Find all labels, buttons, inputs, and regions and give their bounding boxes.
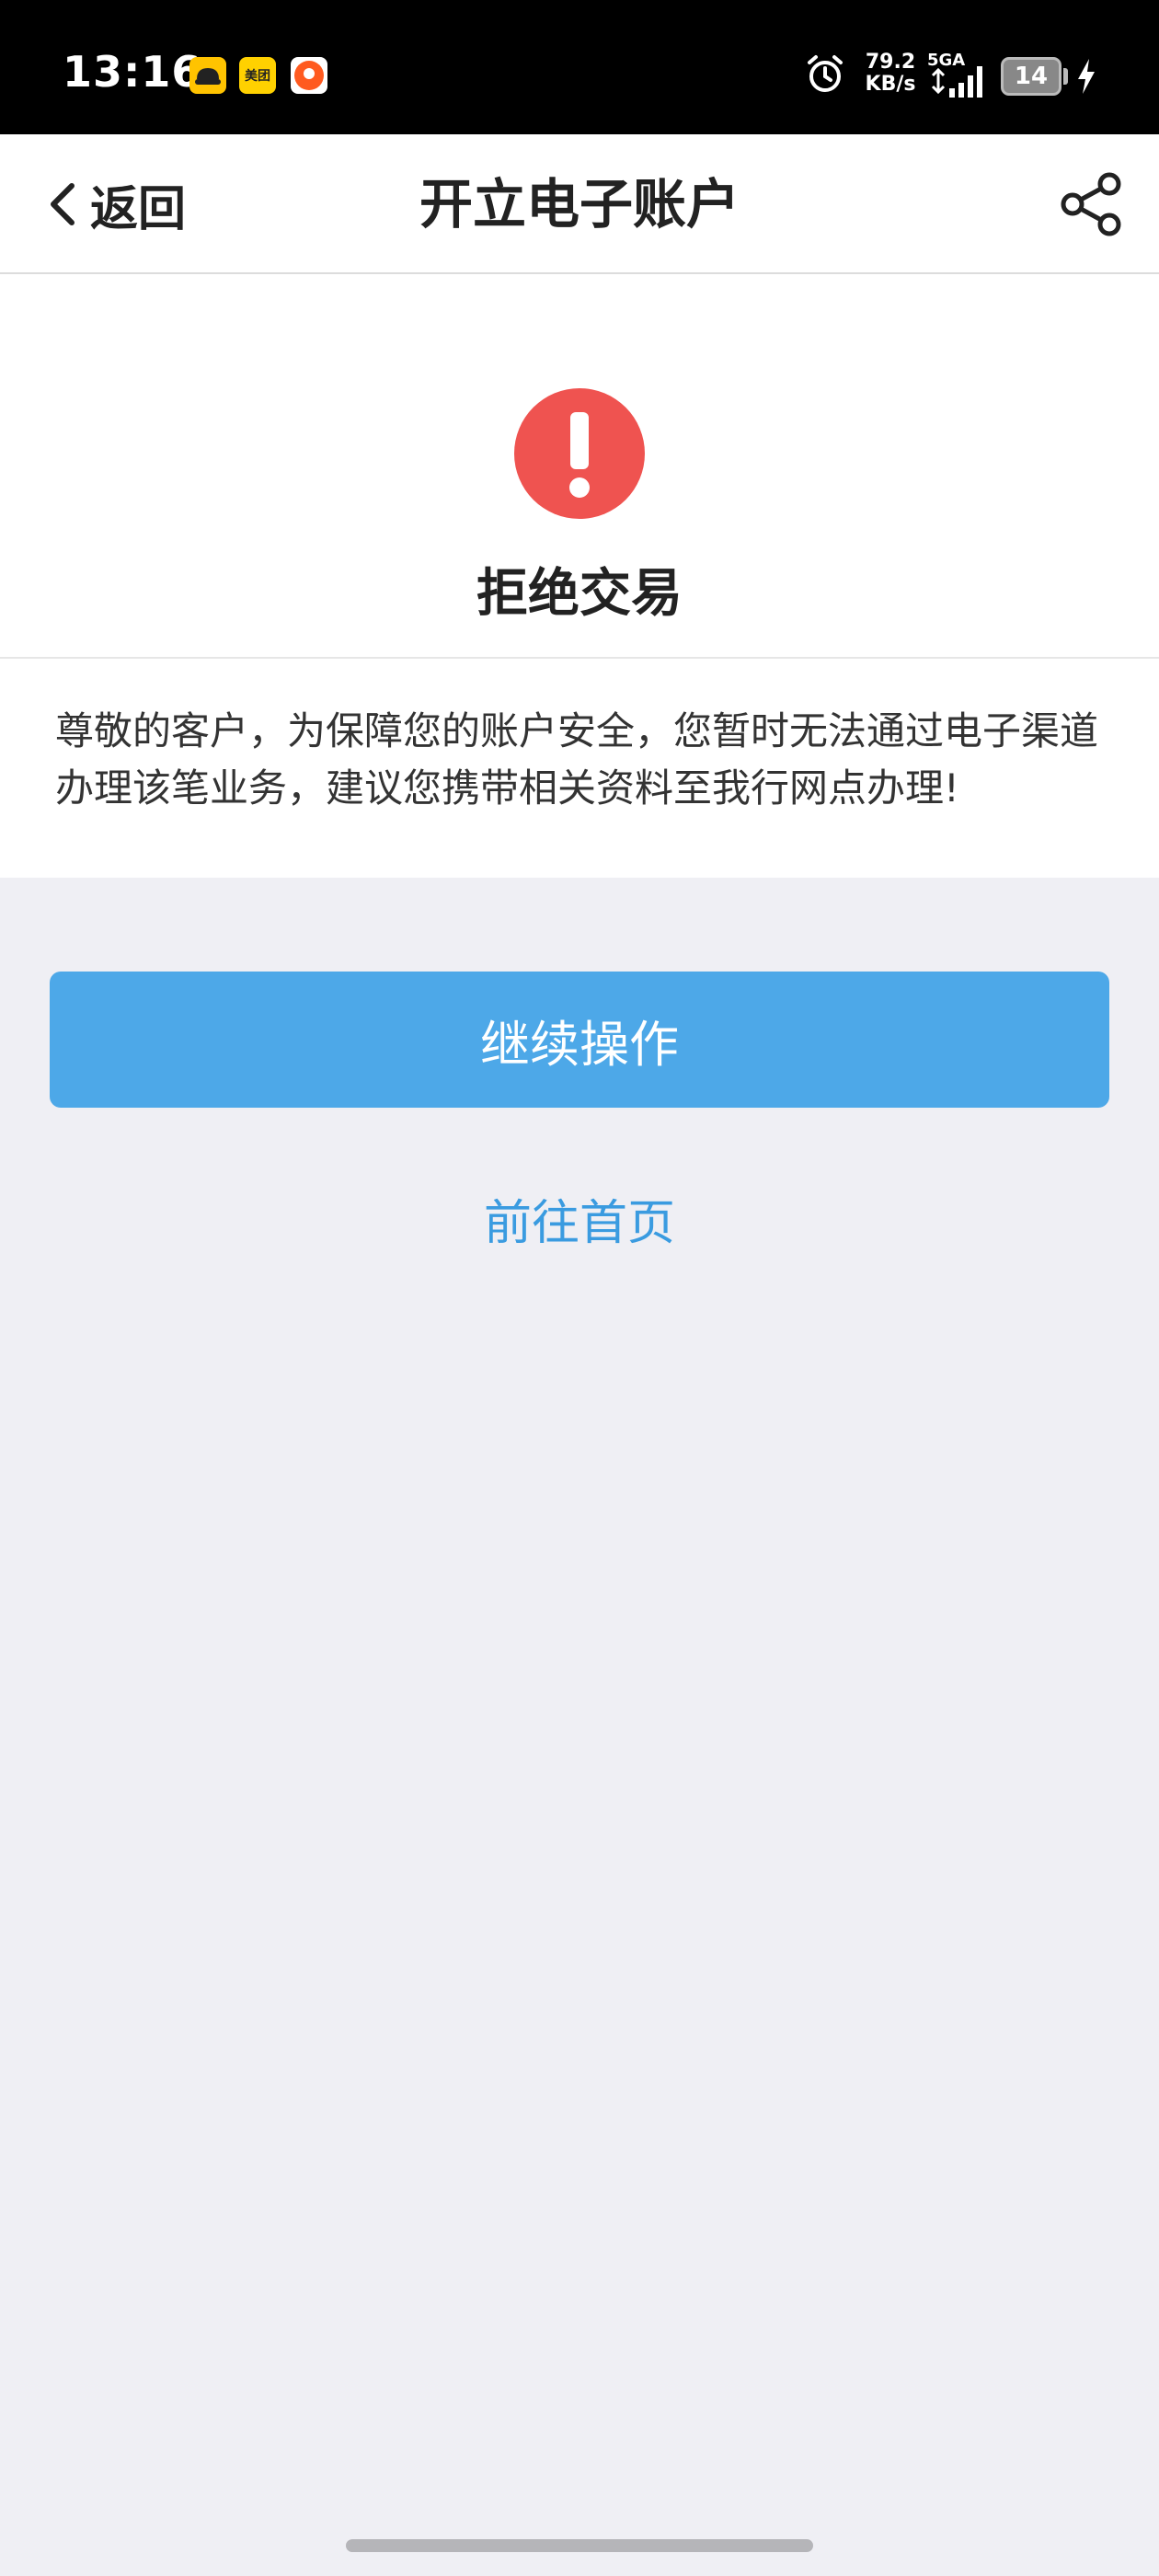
result-card: 拒绝交易 尊敬的客户，为保障您的账户安全，您暂时无法通过电子渠道办理该笔业务，建…: [0, 274, 1159, 878]
divider: [0, 657, 1159, 659]
go-home-link[interactable]: 前往首页: [396, 1187, 763, 1260]
back-button[interactable]: 返回: [44, 171, 186, 237]
didi-icon: [189, 57, 226, 94]
charging-icon: [1078, 59, 1095, 94]
nav-bar: 返回 开立电子账户: [0, 134, 1159, 274]
page-title: 开立电子账户: [419, 173, 740, 236]
net-speed-value: 79.2: [865, 51, 916, 74]
net-speed: 79.2 KB/s: [863, 52, 918, 96]
result-title: 拒绝交易: [476, 564, 683, 624]
status-time: 13:16: [63, 47, 202, 97]
battery-icon: 14: [1001, 57, 1061, 96]
net-speed-unit: KB/s: [865, 73, 916, 96]
share-icon[interactable]: [1058, 171, 1124, 237]
status-bar: 13:16 美团 79.2 KB/s 5GA 14: [0, 0, 1159, 134]
chevron-left-icon: [51, 183, 75, 225]
alarm-icon: [808, 55, 843, 92]
home-indicator[interactable]: [346, 2539, 813, 2552]
meituan-icon: 美团: [239, 57, 276, 94]
battery-tip: [1063, 68, 1068, 85]
battery-level: 14: [1014, 63, 1049, 90]
continue-button[interactable]: 继续操作: [50, 972, 1109, 1108]
signal-icon: [931, 66, 982, 98]
taobao-icon: [291, 57, 327, 94]
meituan-icon-label: 美团: [245, 69, 270, 84]
exclamation-icon: [514, 388, 645, 519]
result-message: 尊敬的客户，为保障您的账户安全，您暂时无法通过电子渠道办理该笔业务，建议您携带相…: [55, 708, 1099, 811]
back-label: 返回: [90, 181, 187, 237]
